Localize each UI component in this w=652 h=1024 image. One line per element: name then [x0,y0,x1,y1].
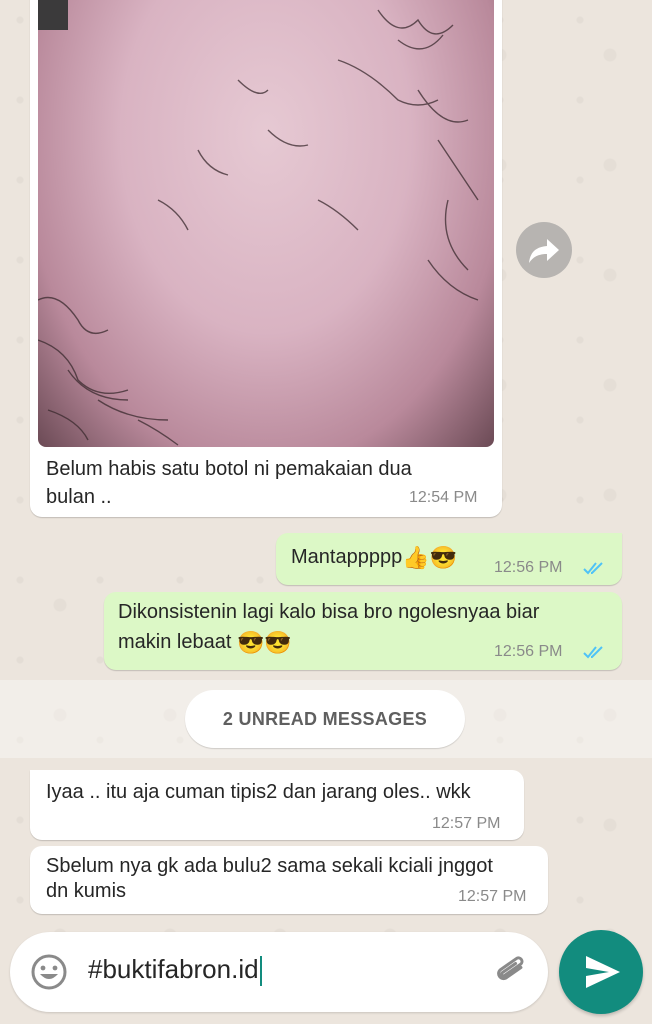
outgoing-message[interactable]: Dikonsistenin lagi kalo bisa bro ngolesn… [104,592,622,670]
thumbs-up-emoji: 👍 [402,545,430,571]
sunglasses-emoji: 😎 [236,630,265,656]
sunglasses-emoji: 😎 [264,630,292,656]
message-text: Sbelum nya gk ada bulu2 sama sekali kcia… [46,855,493,877]
message-time: 12:57 PM [458,888,527,905]
sunglasses-emoji: 😎 [429,545,458,571]
unread-messages-divider: 2 UNREAD MESSAGES [185,690,465,748]
read-ticks-icon [583,562,603,575]
send-button[interactable] [559,930,643,1014]
message-text: Iyaa .. itu aja cuman tipis2 dan jarang … [46,781,471,803]
photo-hair-texture [38,0,479,446]
message-text: bulan .. [46,486,112,508]
message-input-bar[interactable]: #buktifabron.id [10,932,548,1012]
emoji-icon[interactable] [30,953,68,991]
message-time: 12:56 PM [494,643,563,660]
message-text-body: Mantappppp [291,546,403,568]
message-time: 12:56 PM [494,559,563,576]
message-text: Dikonsistenin lagi kalo bisa bro ngolesn… [118,601,540,623]
message-time: 12:54 PM [409,489,478,506]
incoming-message[interactable]: Iyaa .. itu aja cuman tipis2 dan jarang … [30,770,524,840]
outgoing-message[interactable]: Mantappppp👍😎 12:56 PM [276,533,622,585]
read-ticks-icon [583,646,603,659]
message-text-body: makin lebaat [118,631,232,653]
text-caret [259,956,262,987]
message-time: 12:57 PM [432,815,501,832]
paperclip-icon[interactable] [492,952,532,992]
forward-icon [529,239,559,263]
send-icon [586,956,620,988]
message-text: Mantappppp👍😎 [291,545,457,570]
message-text: makin lebaat 😎😎 [118,630,292,655]
message-text: dn kumis [46,880,127,902]
message-input[interactable]: #buktifabron.id [88,954,262,987]
message-text: Belum habis satu botol ni pemakaian dua [46,458,412,480]
message-photo[interactable] [38,0,494,447]
message-input-value: #buktifabron.id [88,954,259,984]
forward-button[interactable] [516,222,572,278]
incoming-image-message[interactable]: Belum habis satu botol ni pemakaian dua … [30,0,502,517]
incoming-message[interactable]: Sbelum nya gk ada bulu2 sama sekali kcia… [30,846,548,914]
